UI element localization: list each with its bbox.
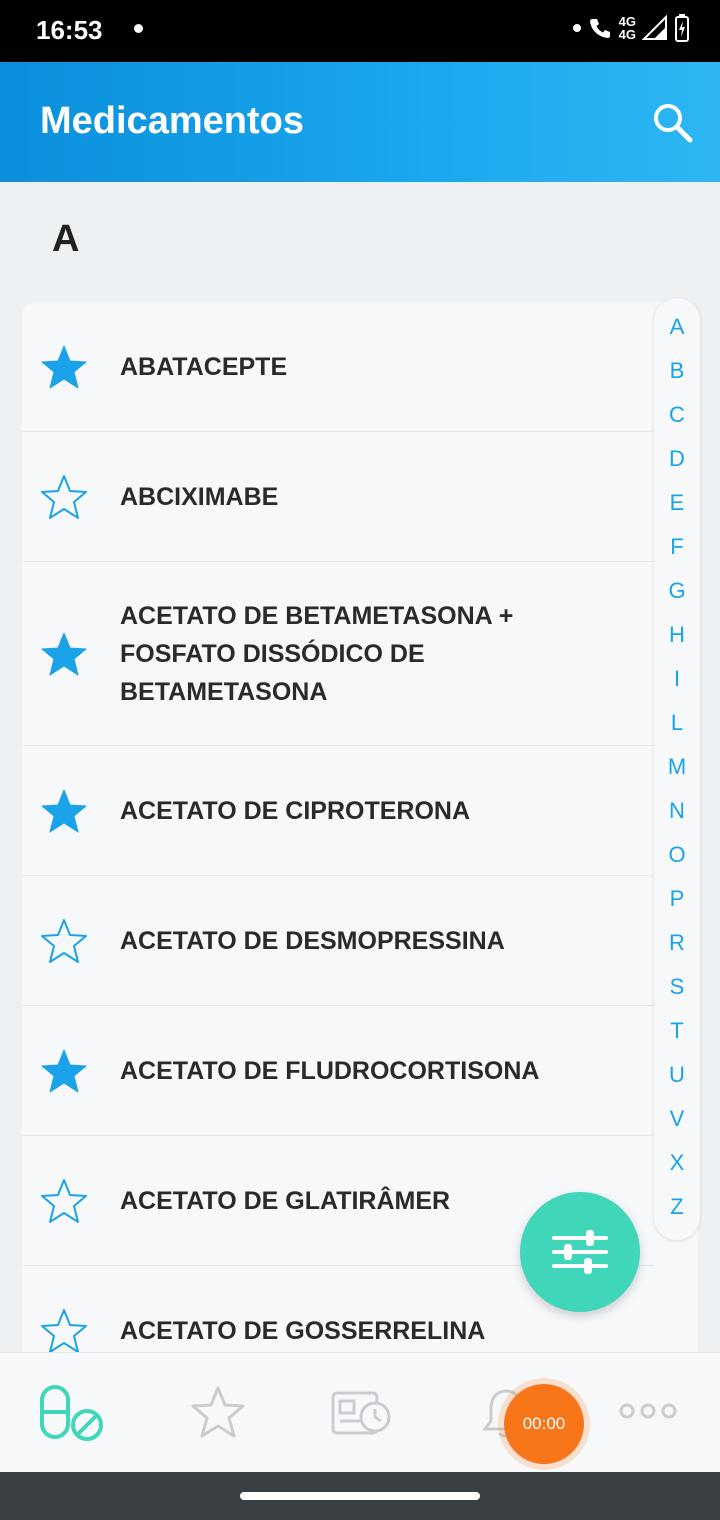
medication-name: ACETATO DE DESMOPRESSINA (120, 922, 525, 960)
medication-name: ABCIXIMABE (120, 478, 298, 516)
star-filled-icon[interactable] (40, 787, 88, 835)
alphabet-index-letter[interactable]: P (654, 886, 700, 912)
alphabet-index-letter[interactable]: H (654, 622, 700, 648)
medication-name: ABATACEPTE (120, 348, 307, 386)
notification-dot (134, 24, 143, 33)
alphabet-index-letter[interactable]: D (654, 446, 700, 472)
section-header-letter: A (52, 218, 80, 260)
bottom-navigation (0, 1352, 720, 1472)
timer-label: 00:00 (522, 1414, 566, 1433)
star-filled-icon[interactable] (40, 343, 88, 391)
medication-name-line: FOSFATO DISSÓDICO DE (120, 639, 425, 668)
status-time: 16:53 (36, 15, 103, 45)
alphabet-index-letter[interactable]: G (654, 578, 700, 604)
alphabet-index-letter[interactable]: V (654, 1106, 700, 1132)
search-icon[interactable] (650, 100, 694, 144)
medication-name-line: ACETATO DE BETAMETASONA + (120, 601, 514, 630)
medication-name: ACETATO DE BETAMETASONA + FOSFATO DISSÓDI… (120, 597, 533, 711)
status-dot-icon (572, 24, 581, 32)
star-outline-icon[interactable] (40, 917, 88, 965)
alphabet-index-letter[interactable]: I (654, 666, 700, 692)
medication-name-line: ACETATO DE DESMOPRESSINA (120, 926, 505, 955)
battery-icon (675, 14, 689, 42)
network-type-2: 4G (618, 27, 636, 42)
alphabet-index-letter[interactable]: F (654, 534, 700, 560)
medication-name-line: ACETATO DE CIPROTERONA (120, 796, 471, 825)
signal-icon (642, 15, 667, 40)
star-outline-icon[interactable] (40, 1307, 88, 1355)
star-filled-icon[interactable] (40, 1047, 88, 1095)
star-outline-icon[interactable] (188, 1383, 248, 1443)
medication-name-line: ABATACEPTE (120, 352, 288, 381)
medication-name: ACETATO DE GLATIRÂMER (120, 1182, 470, 1220)
alphabet-index-letter[interactable]: A (654, 314, 700, 340)
medication-list-item[interactable]: ACETATO DE DESMOPRESSINA (22, 876, 654, 1006)
medication-name: ACETATO DE GOSSERRELINA (120, 1312, 505, 1350)
medication-list-item[interactable]: ABCIXIMABE (22, 432, 654, 562)
alphabet-index-letter[interactable]: S (654, 974, 700, 1000)
alphabet-index-letter[interactable]: Z (654, 1194, 700, 1220)
alphabet-index-letter[interactable]: T (654, 1018, 700, 1044)
medication-name-line: ABCIXIMABE (120, 482, 279, 511)
medication-name: ACETATO DE FLUDROCORTISONA (120, 1052, 559, 1090)
status-bar: 16:53 4G 4G (0, 0, 720, 62)
alphabet-index-letter[interactable]: B (654, 358, 700, 384)
medication-list-item[interactable]: ABATACEPTE (22, 302, 654, 432)
alphabet-index[interactable]: ABCDEFGHILMNOPRSTUVXZ (654, 298, 700, 1240)
star-outline-icon[interactable] (40, 1177, 88, 1225)
status-icons: 4G 4G (572, 14, 690, 42)
alphabet-index-letter[interactable]: M (654, 754, 700, 780)
alphabet-index-letter[interactable]: R (654, 930, 700, 956)
history-card-icon[interactable] (330, 1383, 396, 1443)
wifi-call-icon (589, 19, 610, 38)
medication-name-line: BETAMETASONA (120, 677, 328, 706)
alphabet-index-letter[interactable]: X (654, 1150, 700, 1176)
medication-list-item[interactable]: ACETATO DE BETAMETASONA + FOSFATO DISSÓDI… (22, 562, 654, 746)
filter-button[interactable] (520, 1192, 640, 1312)
medication-name-line: ACETATO DE FLUDROCORTISONA (120, 1056, 540, 1085)
system-navigation-bar (0, 1472, 720, 1520)
medication-name-line: ACETATO DE GOSSERRELINA (120, 1316, 486, 1345)
star-outline-icon[interactable] (40, 473, 88, 521)
medication-list-item[interactable]: ACETATO DE CIPROTERONA (22, 746, 654, 876)
home-gesture-bar[interactable] (240, 1492, 480, 1500)
app-bar: Medicamentos (0, 62, 720, 182)
medication-name-line: ACETATO DE GLATIRÂMER (120, 1186, 451, 1215)
alphabet-index-letter[interactable]: U (654, 1062, 700, 1088)
more-dots-icon[interactable] (618, 1401, 678, 1421)
star-filled-icon[interactable] (40, 630, 88, 678)
alphabet-index-letter[interactable]: O (654, 842, 700, 868)
alphabet-index-letter[interactable]: E (654, 490, 700, 516)
alphabet-index-letter[interactable]: N (654, 798, 700, 824)
page-title: Medicamentos (40, 100, 304, 142)
sliders-icon (552, 1230, 608, 1274)
alphabet-index-letter[interactable]: C (654, 402, 700, 428)
pill-icon[interactable] (36, 1383, 106, 1447)
alphabet-index-letter[interactable]: L (654, 710, 700, 736)
medication-name: ACETATO DE CIPROTERONA (120, 792, 490, 830)
medication-list-item[interactable]: ACETATO DE FLUDROCORTISONA (22, 1006, 654, 1136)
timer-bubble[interactable]: 00:00 (504, 1384, 584, 1464)
